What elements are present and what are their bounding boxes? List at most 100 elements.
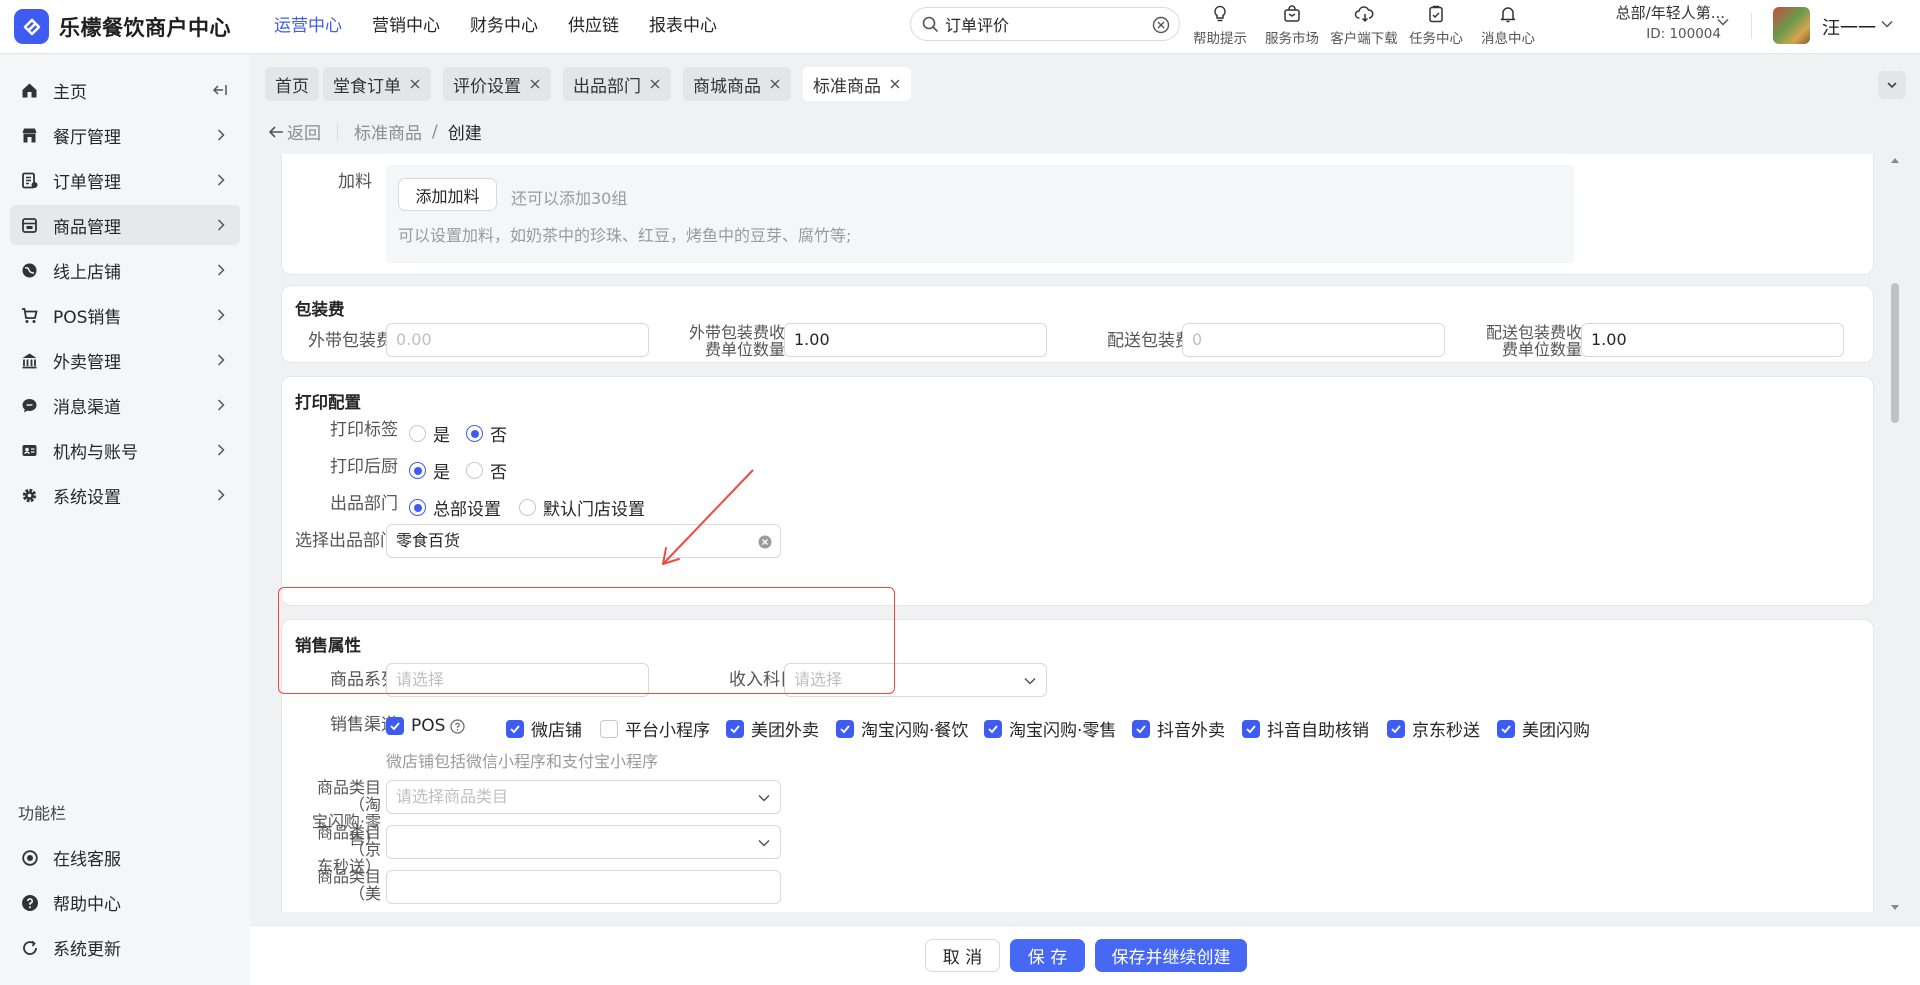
breadcrumb-parent[interactable]: 标准商品: [354, 119, 422, 144]
tab-dine-in-orders[interactable]: 堂食订单: [323, 67, 431, 101]
delivery-unit-input[interactable]: 1.00: [1581, 323, 1844, 357]
scrollbar-thumb[interactable]: [1891, 283, 1899, 423]
online-service-item[interactable]: 在线客服: [10, 837, 240, 877]
app-title: 乐檬餐饮商户中心: [59, 15, 231, 40]
sidebar-item-label: 餐厅管理: [53, 127, 121, 148]
category-taobao-placeholder: 请选择商品类目: [396, 787, 509, 806]
category-next-select[interactable]: [386, 870, 781, 904]
kitchen-print-no-radio[interactable]: 否: [466, 458, 507, 483]
system-update-item[interactable]: 系统更新: [10, 927, 240, 967]
back-label: 返回: [287, 124, 321, 144]
tab-label: 首页: [275, 76, 309, 97]
form-scroll-area[interactable]: 加料 添加加料 还可以添加30组 可以设置加料，如奶茶中的珍珠、红豆，烤鱼中的豆…: [268, 154, 1900, 912]
channel-meituan-waimai-checkbox[interactable]: 美团外卖: [726, 716, 819, 741]
divider: [337, 122, 338, 141]
addon-hint: 还可以添加30组: [511, 189, 628, 208]
channel-jd-miaosong-checkbox[interactable]: 京东秒送: [1387, 716, 1480, 741]
channel-taobao-retail-checkbox[interactable]: 淘宝闪购·零售: [984, 716, 1116, 741]
chevron-right-icon: [217, 174, 225, 186]
nav-item-operations[interactable]: 运营中心: [274, 0, 342, 52]
add-addon-button[interactable]: 添加加料: [398, 178, 497, 211]
category-taobao-select[interactable]: 请选择商品类目: [386, 780, 781, 814]
print-label-yes-radio[interactable]: 是: [409, 421, 450, 446]
question-circle-icon[interactable]: [450, 718, 466, 734]
help-center-item[interactable]: 帮助中心: [10, 882, 240, 922]
channel-meituan-shangou-checkbox[interactable]: 美团闪购: [1497, 716, 1590, 741]
close-icon[interactable]: [529, 78, 541, 90]
tab-mall-products[interactable]: 商城商品: [683, 67, 791, 101]
scroll-down-icon[interactable]: [1890, 904, 1900, 912]
close-icon[interactable]: [769, 78, 781, 90]
nav-item-finance[interactable]: 财务中心: [470, 0, 538, 52]
save-and-continue-button[interactable]: 保存并继续创建: [1095, 939, 1247, 972]
channel-douyin-waimai-checkbox[interactable]: 抖音外卖: [1132, 716, 1225, 741]
radio-circle: [519, 499, 536, 516]
close-icon[interactable]: [889, 78, 901, 90]
tab-review-settings[interactable]: 评价设置: [443, 67, 551, 101]
sidebar-item-pos-sales[interactable]: POS销售: [10, 295, 240, 335]
channel-pos-checkbox[interactable]: POS: [386, 716, 466, 736]
channel-taobao-catering-checkbox[interactable]: 淘宝闪购·餐饮: [836, 716, 968, 741]
scroll-up-icon[interactable]: [1890, 156, 1900, 164]
close-icon[interactable]: [649, 78, 661, 90]
checkbox-label: 平台小程序: [625, 721, 710, 741]
sidebar-item-orders[interactable]: 订单管理: [10, 160, 240, 200]
sidebar-item-org-account[interactable]: 机构与账号: [10, 430, 240, 470]
cloud-download-icon: [1354, 6, 1374, 23]
app-logo[interactable]: 乐檬餐饮商户中心: [14, 9, 231, 44]
sidebar-item-home[interactable]: 主页: [10, 70, 240, 110]
radio-label: 是: [433, 426, 450, 446]
sidebar-item-online-store[interactable]: 线上店铺: [10, 250, 240, 290]
collapse-sidebar-icon[interactable]: [212, 83, 228, 97]
channel-douyin-self-verify-checkbox[interactable]: 抖音自助核销: [1242, 716, 1369, 741]
category-jd-select[interactable]: [386, 825, 781, 859]
client-download-button[interactable]: 客户端下载: [1328, 2, 1400, 47]
nav-item-reports[interactable]: 报表中心: [649, 0, 717, 52]
dept-store-default-radio[interactable]: 默认门店设置: [519, 495, 645, 520]
tab-standard-products[interactable]: 标准商品: [803, 67, 911, 101]
delivery-fee-label: 配送包装费: [1107, 331, 1192, 351]
service-market-button[interactable]: 服务市场: [1256, 2, 1328, 47]
toolbar: 帮助提示 服务市场 客户端下载 任务中心 消息中心: [1184, 2, 1544, 47]
takeaway-fee-input[interactable]: 0.00: [386, 323, 649, 357]
checkbox-label: 淘宝闪购·零售: [1009, 721, 1117, 741]
tabs-more-button[interactable]: [1878, 71, 1906, 99]
print-label-no-radio[interactable]: 否: [466, 421, 507, 446]
search-input[interactable]: [945, 13, 1145, 35]
addon-panel: [386, 165, 1574, 263]
close-icon[interactable]: [409, 78, 421, 90]
sidebar-item-label: 在线客服: [53, 849, 121, 870]
sidebar-item-system-settings[interactable]: 系统设置: [10, 475, 240, 515]
back-button[interactable]: 返回: [268, 119, 321, 144]
cancel-button[interactable]: 取 消: [925, 939, 1000, 972]
chevron-down-icon[interactable]: [1716, 15, 1730, 29]
account-switcher[interactable]: 总部/年轻人第... ID: 100004: [1585, 2, 1725, 44]
radio-label: 是: [433, 463, 450, 483]
sidebar-item-message-channel[interactable]: 消息渠道: [10, 385, 240, 425]
tab-production-dept[interactable]: 出品部门: [563, 67, 671, 101]
nav-item-marketing[interactable]: 营销中心: [372, 0, 440, 52]
sidebar-item-delivery[interactable]: 外卖管理: [10, 340, 240, 380]
help-tips-button[interactable]: 帮助提示: [1184, 2, 1256, 47]
sidebar-item-products[interactable]: 商品管理: [10, 205, 240, 245]
user-name[interactable]: 汪一一: [1822, 14, 1876, 40]
takeaway-unit-input[interactable]: 1.00: [784, 323, 1047, 357]
channel-mini-program-checkbox[interactable]: 平台小程序: [600, 716, 710, 741]
save-button[interactable]: 保 存: [1010, 939, 1085, 972]
checkbox-label: 抖音自助核销: [1267, 721, 1369, 741]
delivery-fee-input[interactable]: 0: [1182, 323, 1445, 357]
message-center-button[interactable]: 消息中心: [1472, 2, 1544, 47]
tab-home[interactable]: 首页: [265, 67, 319, 101]
kitchen-print-yes-radio[interactable]: 是: [409, 458, 450, 483]
channel-micro-store-checkbox[interactable]: 微店铺: [506, 716, 582, 741]
clipboard-check-icon: [1429, 5, 1443, 23]
sidebar-item-restaurant[interactable]: 餐厅管理: [10, 115, 240, 155]
chevron-down-icon[interactable]: [1880, 17, 1894, 31]
clear-search-icon[interactable]: [1152, 16, 1170, 34]
vertical-scrollbar[interactable]: [1888, 154, 1902, 914]
nav-item-supply-chain[interactable]: 供应链: [568, 0, 619, 52]
task-center-button[interactable]: 任务中心: [1400, 2, 1472, 47]
radio-circle: [409, 499, 426, 516]
dept-hq-setting-radio[interactable]: 总部设置: [409, 495, 501, 520]
avatar[interactable]: [1773, 7, 1810, 44]
